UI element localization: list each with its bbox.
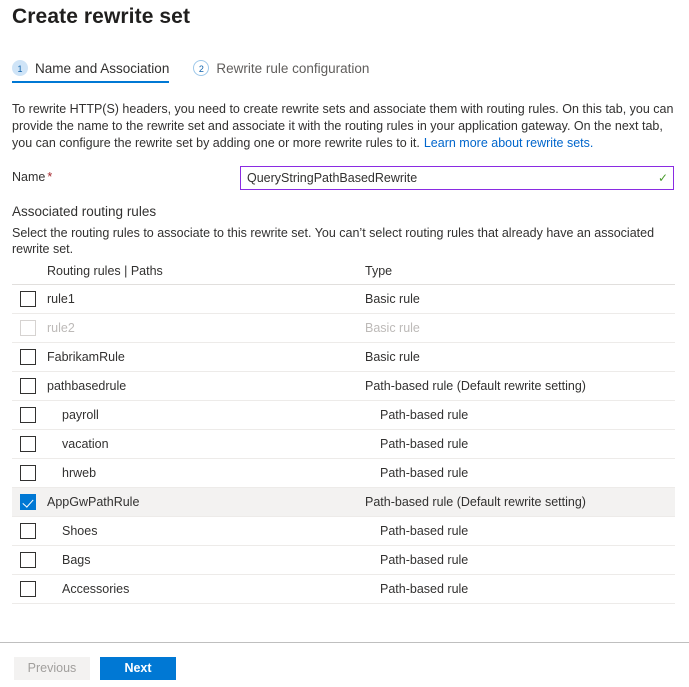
- wizard-step-2-label: Rewrite rule configuration: [216, 60, 370, 76]
- row-rule-name: Bags: [62, 553, 91, 567]
- row-rule-type: Path-based rule: [380, 524, 469, 538]
- previous-button[interactable]: Previous: [14, 657, 90, 680]
- table-row[interactable]: pathbasedrule Path-based rule (Default re…: [12, 372, 675, 401]
- table-row[interactable]: AppGwPathRule Path-based rule (Default re…: [12, 488, 675, 517]
- table-row[interactable]: Accessories Path-based rule: [12, 575, 675, 604]
- row-checkbox[interactable]: [20, 407, 36, 423]
- row-checkbox: [20, 320, 36, 336]
- row-rule-name: Shoes: [62, 524, 98, 538]
- wizard-step-1-number-badge: 1: [12, 60, 28, 76]
- row-checkbox[interactable]: [20, 349, 36, 365]
- checkmark-icon: ✓: [657, 171, 669, 185]
- name-input[interactable]: [241, 167, 653, 189]
- table-row-checkbox-cell: [12, 523, 47, 539]
- table-header-type: Type: [365, 264, 393, 278]
- wizard-step-2[interactable]: 2 Rewrite rule configuration: [193, 60, 383, 83]
- table-row-checkbox-cell: [12, 407, 47, 423]
- row-rule-name: pathbasedrule: [47, 379, 127, 393]
- wizard-step-1-label: Name and Association: [35, 60, 170, 76]
- wizard-step-1[interactable]: 1 Name and Association: [12, 60, 183, 83]
- page-title: Create rewrite set: [12, 5, 191, 28]
- row-checkbox[interactable]: [20, 523, 36, 539]
- name-field-row: Name* ✓: [12, 166, 674, 190]
- row-rule-name: rule2: [47, 321, 75, 335]
- row-rule-type: Path-based rule: [380, 437, 469, 451]
- row-rule-type: Path-based rule (Default rewrite setting…: [365, 495, 586, 509]
- name-field-label-text: Name: [12, 170, 46, 184]
- table-row-checkbox-cell: [12, 291, 47, 307]
- table-row-checkbox-cell: [12, 349, 47, 365]
- next-button[interactable]: Next: [100, 657, 176, 680]
- row-checkbox[interactable]: [20, 436, 36, 452]
- table-header-row: Routing rules | Paths Type: [12, 258, 675, 285]
- row-checkbox[interactable]: [20, 581, 36, 597]
- row-rule-name: hrweb: [62, 466, 97, 480]
- table-row-checkbox-cell: [12, 320, 47, 336]
- table-row[interactable]: rule1 Basic rule: [12, 285, 675, 314]
- row-rule-type: Basic rule: [365, 321, 420, 335]
- table-row-checkbox-cell: [12, 494, 47, 510]
- table-row-checkbox-cell: [12, 436, 47, 452]
- row-checkbox[interactable]: [20, 378, 36, 394]
- associated-rules-description: Select the routing rules to associate to…: [12, 226, 655, 256]
- table-row-checkbox-cell: [12, 465, 47, 481]
- row-rule-name: Accessories: [62, 582, 130, 596]
- row-rule-name: AppGwPathRule: [47, 495, 140, 509]
- intro-description: To rewrite HTTP(S) headers, you need to …: [12, 101, 674, 152]
- table-row-checkbox-cell: [12, 581, 47, 597]
- row-rule-type: Basic rule: [365, 350, 420, 364]
- row-checkbox[interactable]: [20, 494, 36, 510]
- row-rule-name: vacation: [62, 437, 109, 451]
- table-row[interactable]: FabrikamRule Basic rule: [12, 343, 675, 372]
- associated-rules-heading: Associated routing rules: [12, 204, 157, 219]
- routing-rules-table: Routing rules | Paths Type rule1 Basic ru…: [12, 258, 675, 604]
- table-header-name: Routing rules | Paths: [47, 264, 163, 278]
- row-rule-type: Path-based rule: [380, 553, 469, 567]
- name-input-wrapper[interactable]: ✓: [240, 166, 674, 190]
- table-row[interactable]: Bags Path-based rule: [12, 546, 675, 575]
- footer-divider: [0, 642, 689, 643]
- row-rule-name: payroll: [62, 408, 99, 422]
- routing-rules-body: rule1 Basic rule rule2 Basic rule FabrikamRu…: [12, 285, 675, 604]
- row-rule-type: Path-based rule: [380, 582, 469, 596]
- name-field-label: Name *: [12, 170, 52, 184]
- table-row[interactable]: payroll Path-based rule: [12, 401, 675, 430]
- table-row: rule2 Basic rule: [12, 314, 675, 343]
- row-rule-type: Path-based rule: [380, 408, 469, 422]
- row-rule-name: rule1: [47, 292, 75, 306]
- row-rule-type: Basic rule: [365, 292, 420, 306]
- row-rule-type: Path-based rule (Default rewrite setting…: [365, 379, 586, 393]
- learn-more-link[interactable]: Learn more about rewrite sets.: [424, 136, 594, 150]
- wizard-step-2-number-badge: 2: [193, 60, 210, 76]
- wizard-step-active-underline: [12, 81, 170, 83]
- row-rule-name: FabrikamRule: [47, 350, 125, 364]
- table-row[interactable]: Shoes Path-based rule: [12, 517, 675, 546]
- row-rule-type: Path-based rule: [380, 466, 469, 480]
- row-checkbox[interactable]: [20, 291, 36, 307]
- wizard-step-tabs: 1 Name and Association 2 Rewrite rule confi…: [12, 60, 383, 83]
- required-asterisk: *: [47, 170, 53, 184]
- row-checkbox[interactable]: [20, 552, 36, 568]
- footer-buttons: Previous Next: [14, 657, 176, 680]
- table-row-checkbox-cell: [12, 552, 47, 568]
- table-row[interactable]: hrweb Path-based rule: [12, 459, 675, 488]
- table-row-checkbox-cell: [12, 378, 47, 394]
- table-row[interactable]: vacation Path-based rule: [12, 430, 675, 459]
- row-checkbox[interactable]: [20, 465, 36, 481]
